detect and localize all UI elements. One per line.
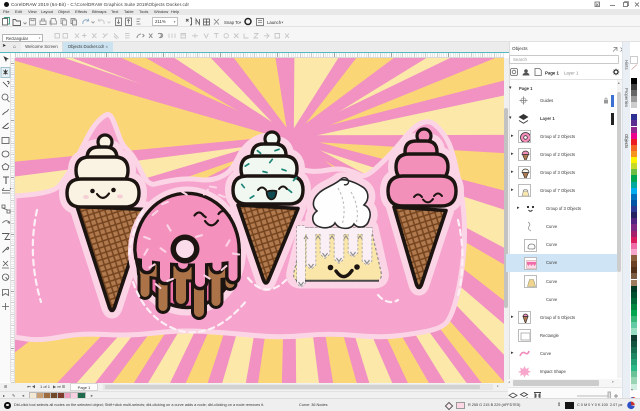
svg-text:▾: ▾ <box>240 20 242 24</box>
svg-text:Launch: Launch <box>267 19 282 24</box>
svg-text:Page 1: Page 1 <box>545 70 559 75</box>
svg-text:▾: ▾ <box>282 20 284 24</box>
svg-text:Layer 1: Layer 1 <box>564 70 579 75</box>
svg-text:Snap To: Snap To <box>224 19 240 24</box>
